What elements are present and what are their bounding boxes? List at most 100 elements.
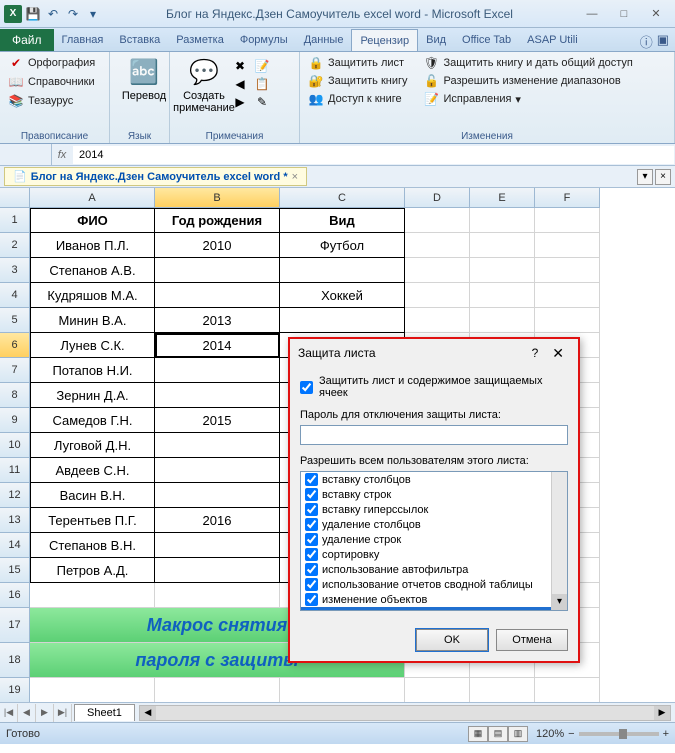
cell[interactable]: Петров А.Д. [30, 558, 155, 583]
view-normal-icon[interactable]: ▦ [468, 726, 488, 742]
col-header[interactable]: C [280, 188, 405, 208]
cell[interactable] [470, 233, 535, 258]
cell[interactable] [155, 283, 280, 308]
spelling-button[interactable]: ✔Орфография [6, 54, 103, 72]
track-changes-button[interactable]: 📝Исправления ▾ [422, 90, 635, 108]
col-header[interactable]: E [470, 188, 535, 208]
cell[interactable] [470, 308, 535, 333]
row-header[interactable]: 12 [0, 483, 30, 508]
row-header[interactable]: 10 [0, 433, 30, 458]
tab-asap[interactable]: ASAP Utili [519, 29, 586, 51]
cell[interactable]: Вид [280, 208, 405, 233]
cell[interactable] [280, 308, 405, 333]
cell[interactable] [155, 258, 280, 283]
cell[interactable] [280, 678, 405, 702]
permission-item[interactable]: использование автофильтра [301, 562, 567, 577]
cell[interactable] [155, 483, 280, 508]
hscroll-right-icon[interactable]: ▶ [654, 706, 670, 720]
cell[interactable]: 2014 [155, 333, 280, 358]
col-header[interactable]: A [30, 188, 155, 208]
dialog-help-icon[interactable]: ? [524, 346, 547, 360]
cell[interactable] [405, 233, 470, 258]
cell[interactable]: Год рождения [155, 208, 280, 233]
maximize-button[interactable]: □ [609, 4, 639, 24]
cell[interactable] [470, 208, 535, 233]
cell[interactable] [535, 233, 600, 258]
row-header[interactable]: 6 [0, 333, 30, 358]
reference-button[interactable]: 📖Справочники [6, 73, 103, 91]
cell[interactable]: 2015 [155, 408, 280, 433]
row-header[interactable]: 5 [0, 308, 30, 333]
cell[interactable]: Футбол [280, 233, 405, 258]
cell[interactable]: Потапов Н.И. [30, 358, 155, 383]
cell[interactable] [155, 383, 280, 408]
cell[interactable]: 2016 [155, 508, 280, 533]
sheet-nav-prev-icon[interactable]: ◀ [18, 704, 36, 722]
cell[interactable]: Луговой Д.Н. [30, 433, 155, 458]
permission-checkbox[interactable] [305, 473, 318, 486]
permission-item[interactable]: удаление столбцов [301, 517, 567, 532]
cell[interactable] [155, 533, 280, 558]
tab-formulas[interactable]: Формулы [232, 29, 296, 51]
cell[interactable]: Минин В.А. [30, 308, 155, 333]
close-doc-icon[interactable]: × [292, 171, 298, 183]
cell[interactable]: Самедов Г.Н. [30, 408, 155, 433]
protect-share-button[interactable]: 🛡Защитить книгу и дать общий доступ [422, 54, 635, 72]
permission-checkbox[interactable] [305, 488, 318, 501]
ribbon-min-icon[interactable]: ▣ [657, 32, 669, 51]
permission-checkbox[interactable] [305, 518, 318, 531]
tab-office[interactable]: Office Tab [454, 29, 519, 51]
delete-comment-icon[interactable]: ✖ [232, 58, 248, 74]
cell[interactable]: Хоккей [280, 283, 405, 308]
permission-item[interactable]: вставку строк [301, 487, 567, 502]
translate-button[interactable]: 🔤 Перевод [116, 54, 172, 104]
cell[interactable] [405, 283, 470, 308]
protect-checkbox-row[interactable]: Защитить лист и содержимое защищаемых яч… [300, 375, 568, 399]
qat-more-icon[interactable]: ▾ [84, 5, 102, 23]
doctab-close-icon[interactable]: × [655, 169, 671, 185]
permission-checkbox[interactable] [305, 608, 318, 611]
minimize-button[interactable]: — [577, 4, 607, 24]
cell[interactable] [30, 678, 155, 702]
row-header[interactable]: 14 [0, 533, 30, 558]
row-header[interactable]: 11 [0, 458, 30, 483]
zoom-in-icon[interactable]: + [663, 728, 669, 740]
row-header[interactable]: 15 [0, 558, 30, 583]
permission-item[interactable]: удаление строк [301, 532, 567, 547]
dialog-titlebar[interactable]: Защита листа ? ✕ [290, 339, 578, 367]
permission-checkbox[interactable] [305, 503, 318, 516]
cell[interactable] [155, 358, 280, 383]
cell[interactable]: Кудряшов М.А. [30, 283, 155, 308]
cell[interactable] [280, 258, 405, 283]
row-header[interactable]: 2 [0, 233, 30, 258]
cell[interactable] [405, 258, 470, 283]
cell[interactable] [405, 208, 470, 233]
cell[interactable] [155, 678, 280, 702]
permissions-list[interactable]: вставку столбцов вставку строк вставку г… [300, 471, 568, 611]
permission-item[interactable]: использование отчетов сводной таблицы [301, 577, 567, 592]
tab-home[interactable]: Главная [54, 29, 112, 51]
share-book-button[interactable]: 👥Доступ к книге [306, 90, 410, 108]
close-button[interactable]: ✕ [641, 4, 671, 24]
cell[interactable]: Степанов А.В. [30, 258, 155, 283]
permission-checkbox[interactable] [305, 593, 318, 606]
tab-view[interactable]: Вид [418, 29, 454, 51]
cell[interactable]: Зернин Д.А. [30, 383, 155, 408]
cell[interactable]: Васин В.Н. [30, 483, 155, 508]
row-header[interactable]: 16 [0, 583, 30, 608]
view-pagebreak-icon[interactable]: ▥ [508, 726, 528, 742]
show-all-icon[interactable]: 📋 [254, 76, 270, 92]
row-header[interactable]: 7 [0, 358, 30, 383]
row-header[interactable]: 9 [0, 408, 30, 433]
col-header[interactable]: F [535, 188, 600, 208]
doctab-dropdown-icon[interactable]: ▾ [637, 169, 653, 185]
cell[interactable]: Авдеев С.Н. [30, 458, 155, 483]
cell[interactable] [405, 678, 470, 702]
allow-ranges-button[interactable]: 🔓Разрешить изменение диапазонов [422, 72, 635, 90]
scroll-down-icon[interactable]: ▾ [552, 594, 567, 610]
horizontal-scrollbar[interactable]: ◀ ▶ [139, 705, 671, 721]
cell[interactable] [535, 283, 600, 308]
select-all-corner[interactable] [0, 188, 30, 208]
cell[interactable] [155, 558, 280, 583]
hscroll-left-icon[interactable]: ◀ [140, 706, 156, 720]
